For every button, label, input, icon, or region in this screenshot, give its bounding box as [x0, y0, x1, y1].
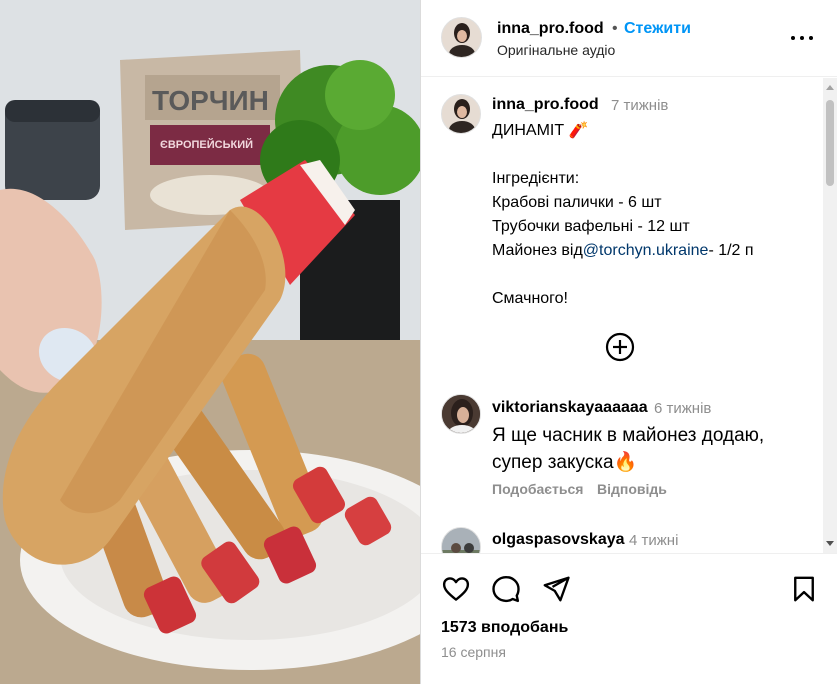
mayo-prefix: Майонез від: [492, 242, 583, 259]
more-icon[interactable]: [791, 28, 815, 48]
add-comment-icon[interactable]: [604, 331, 636, 363]
comments-scrollbar[interactable]: [823, 78, 837, 553]
post-header: inna_pro.food • Стежити Оригінальне ауді…: [421, 0, 837, 77]
post-sidebar: inna_pro.food • Стежити Оригінальне ауді…: [420, 0, 837, 684]
caption-time[interactable]: 7 тижнів: [611, 97, 668, 114]
caption-closing: Смачного!: [492, 290, 568, 307]
comments-list[interactable]: inna_pro.food 7 тижнів ДИНАМІТ 🧨 Інгредіє…: [421, 78, 837, 553]
post-date[interactable]: 16 серпня: [441, 644, 506, 660]
comment-text: Я ще часник в майонез додаю, супер закус…: [492, 425, 765, 473]
caption-title: ДИНАМІТ 🧨: [492, 122, 589, 139]
comment-time[interactable]: 6 тижнів: [654, 400, 711, 417]
scroll-up-icon[interactable]: [826, 85, 834, 90]
caption-text: ДИНАМІТ 🧨 Інгредієнти: Крабові палички - 6…: [492, 119, 754, 311]
scroll-down-icon[interactable]: [826, 541, 834, 546]
share-icon[interactable]: [541, 574, 571, 604]
caption-username[interactable]: inna_pro.food: [492, 96, 599, 114]
scrollbar-thumb[interactable]: [826, 100, 834, 186]
separator-dot: •: [612, 20, 618, 37]
comment-reply-button[interactable]: Відповідь: [597, 481, 667, 497]
comment-username[interactable]: viktorianskayaaaaaa: [492, 399, 648, 417]
author-username[interactable]: inna_pro.food: [497, 20, 604, 38]
avatar[interactable]: [441, 17, 482, 58]
post-media[interactable]: ТОРЧИН ЄВРОПЕЙСЬКИЙ: [0, 0, 420, 684]
comment-time[interactable]: 4 тижні: [629, 532, 678, 549]
mayo-suffix: - 1/2 п: [708, 242, 754, 259]
food-photo: ТОРЧИН ЄВРОПЕЙСЬКИЙ: [0, 0, 420, 684]
avatar[interactable]: [441, 527, 481, 553]
caption-line: Інгредієнти:: [492, 170, 580, 187]
avatar[interactable]: [441, 394, 481, 434]
package-subtitle: ЄВРОПЕЙСЬКИЙ: [160, 138, 253, 151]
caption-line-mayo: Майонез від@torchyn.ukraine- 1/2 п: [492, 239, 754, 263]
comment-icon[interactable]: [491, 574, 521, 604]
heart-icon[interactable]: [441, 574, 471, 604]
follow-button[interactable]: Стежити: [624, 20, 691, 38]
audio-label[interactable]: Оригінальне аудіо: [497, 42, 615, 58]
package-brand: ТОРЧИН: [152, 85, 269, 116]
post-actions: 1573 вподобань 16 серпня: [421, 553, 837, 684]
caption-line: Крабові палички - 6 шт: [492, 194, 662, 211]
comment-username[interactable]: olgaspasovskaya: [492, 531, 625, 549]
avatar[interactable]: [441, 94, 481, 134]
comment-like-button[interactable]: Подобається: [492, 481, 583, 497]
likes-count[interactable]: 1573 вподобань: [441, 619, 568, 637]
bookmark-icon[interactable]: [789, 574, 819, 604]
caption-line: [492, 143, 754, 167]
caption-line: Трубочки вафельні - 12 шт: [492, 218, 690, 235]
mention-link[interactable]: @torchyn.ukraine: [583, 242, 709, 259]
